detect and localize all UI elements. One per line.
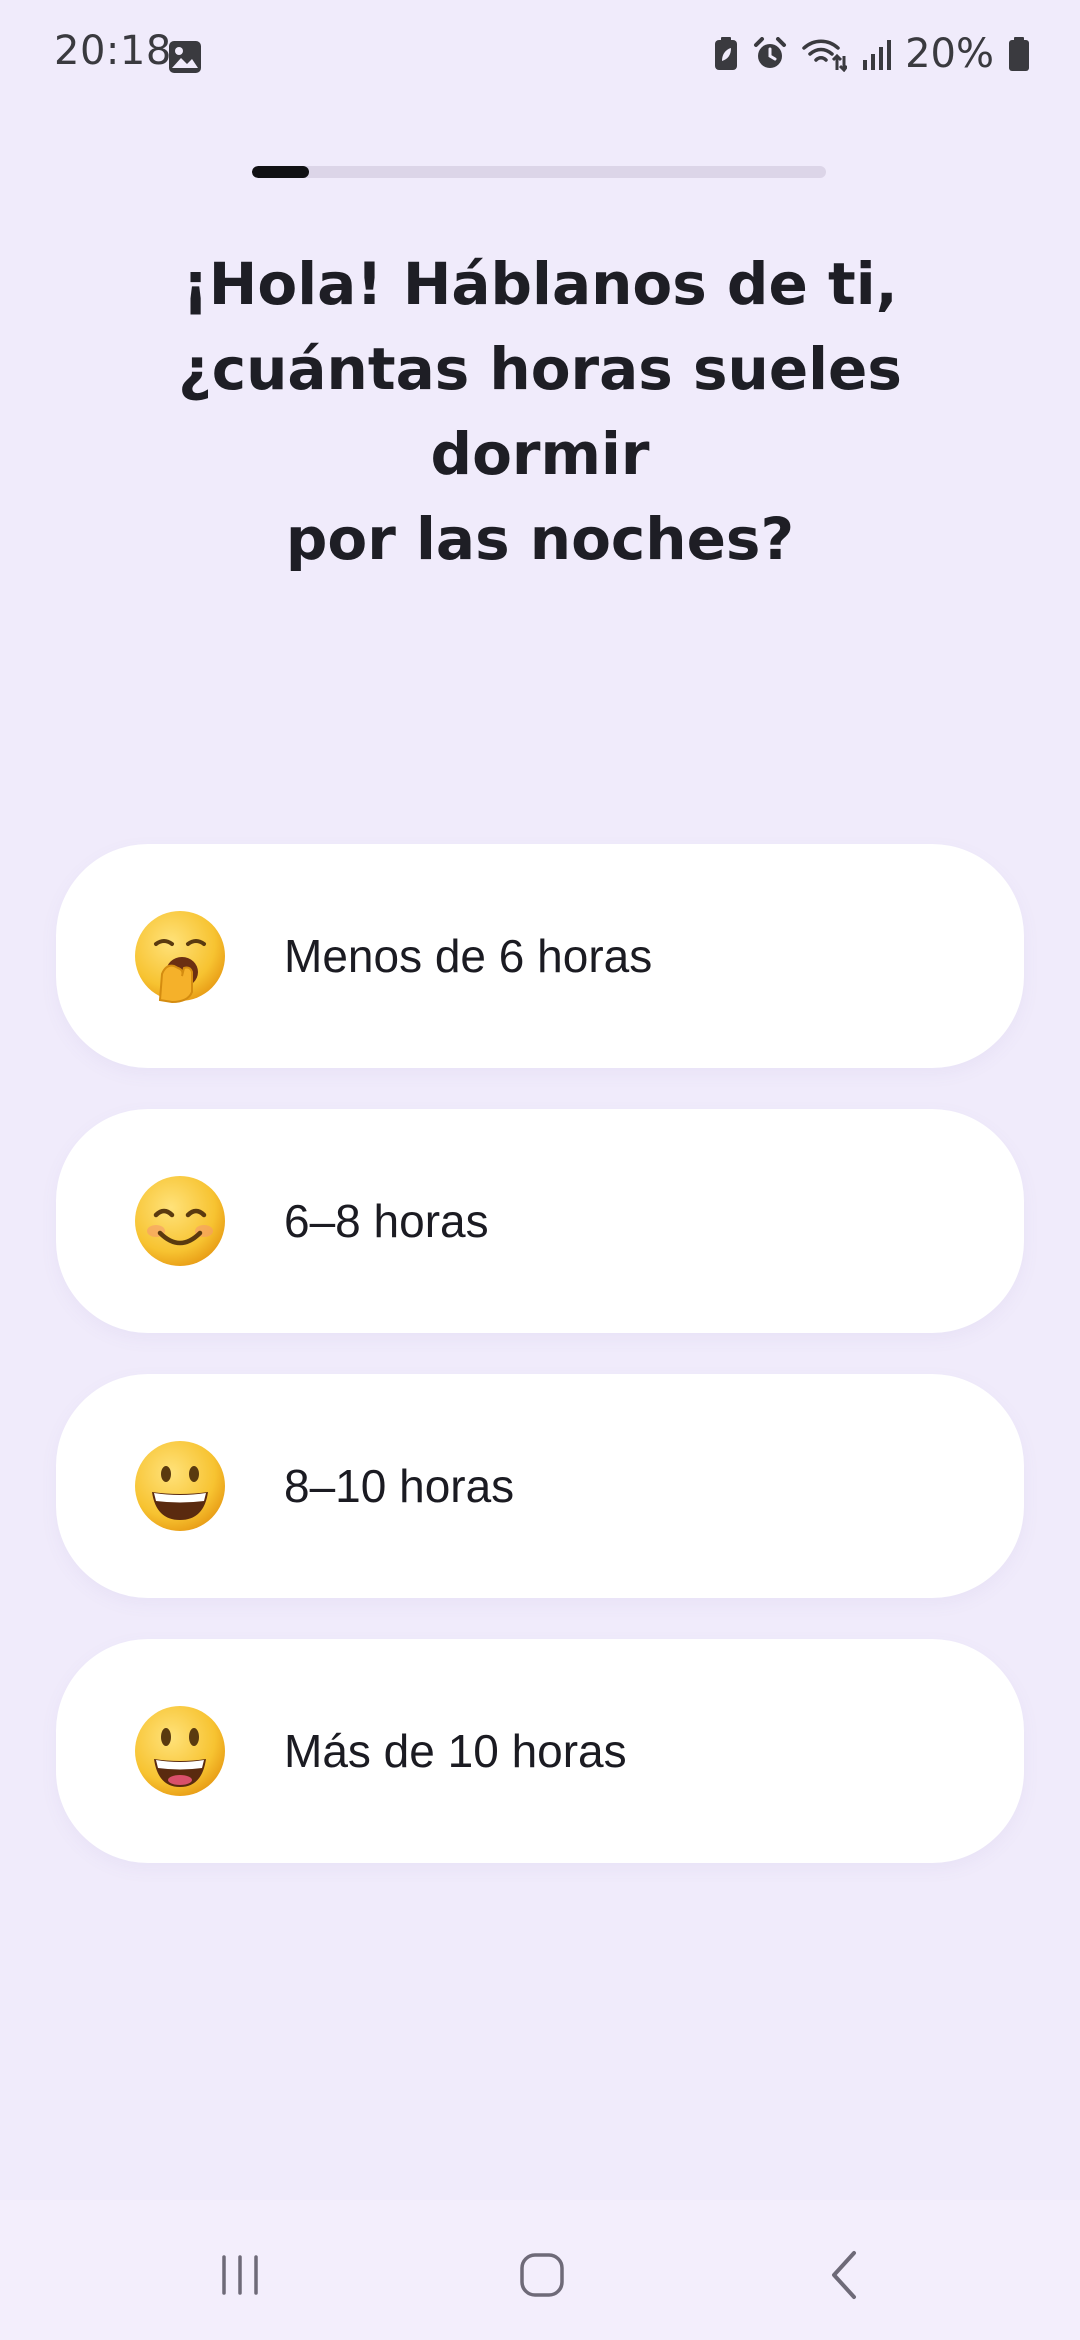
alarm-icon bbox=[754, 37, 787, 68]
recent-apps-button[interactable] bbox=[200, 2240, 280, 2310]
smiling-face-icon bbox=[135, 1176, 225, 1266]
wifi-icon bbox=[802, 39, 848, 72]
question-line: ¡Hola! Háblanos de ti, bbox=[182, 250, 898, 318]
question-line: por las noches? bbox=[285, 505, 795, 573]
option-6-to-8-hours[interactable]: 6–8 horas bbox=[56, 1109, 1024, 1333]
smiling-face-open-mouth-icon bbox=[135, 1706, 225, 1796]
signal-icon bbox=[863, 40, 892, 70]
home-button[interactable] bbox=[502, 2240, 582, 2310]
question-line: ¿cuántas horas sueles dormir bbox=[178, 335, 902, 488]
option-label: Más de 10 horas bbox=[284, 1725, 627, 1777]
progress-bar bbox=[252, 166, 826, 178]
gallery-icon bbox=[169, 41, 201, 73]
back-button[interactable] bbox=[804, 2240, 884, 2310]
status-time: 20:18 bbox=[54, 28, 172, 74]
progress-fill bbox=[252, 166, 310, 178]
option-label: Menos de 6 horas bbox=[284, 930, 653, 982]
answer-options: Menos de 6 horas 6–8 horas 8–10 horas Má… bbox=[56, 844, 1024, 1904]
status-icons: 20% bbox=[713, 28, 1030, 80]
system-nav-bar bbox=[0, 2200, 1080, 2340]
back-icon bbox=[832, 2251, 856, 2299]
option-more-than-10-hours[interactable]: Más de 10 horas bbox=[56, 1639, 1024, 1863]
battery-percent: 20% bbox=[905, 31, 994, 77]
recent-apps-icon bbox=[222, 2255, 258, 2295]
status-bar: 20:18 20% bbox=[0, 0, 1080, 112]
battery-icon bbox=[1009, 37, 1029, 71]
yawning-face-icon bbox=[135, 911, 225, 1004]
home-icon bbox=[520, 2253, 564, 2297]
option-label: 8–10 horas bbox=[284, 1460, 515, 1512]
grinning-face-icon bbox=[135, 1441, 225, 1531]
option-label: 6–8 horas bbox=[284, 1195, 489, 1247]
option-less-than-6-hours[interactable]: Menos de 6 horas bbox=[56, 844, 1024, 1068]
option-8-to-10-hours[interactable]: 8–10 horas bbox=[56, 1374, 1024, 1598]
question-title: ¡Hola! Háblanos de ti, ¿cuántas horas su… bbox=[60, 242, 1020, 582]
battery-saver-icon bbox=[715, 37, 738, 70]
